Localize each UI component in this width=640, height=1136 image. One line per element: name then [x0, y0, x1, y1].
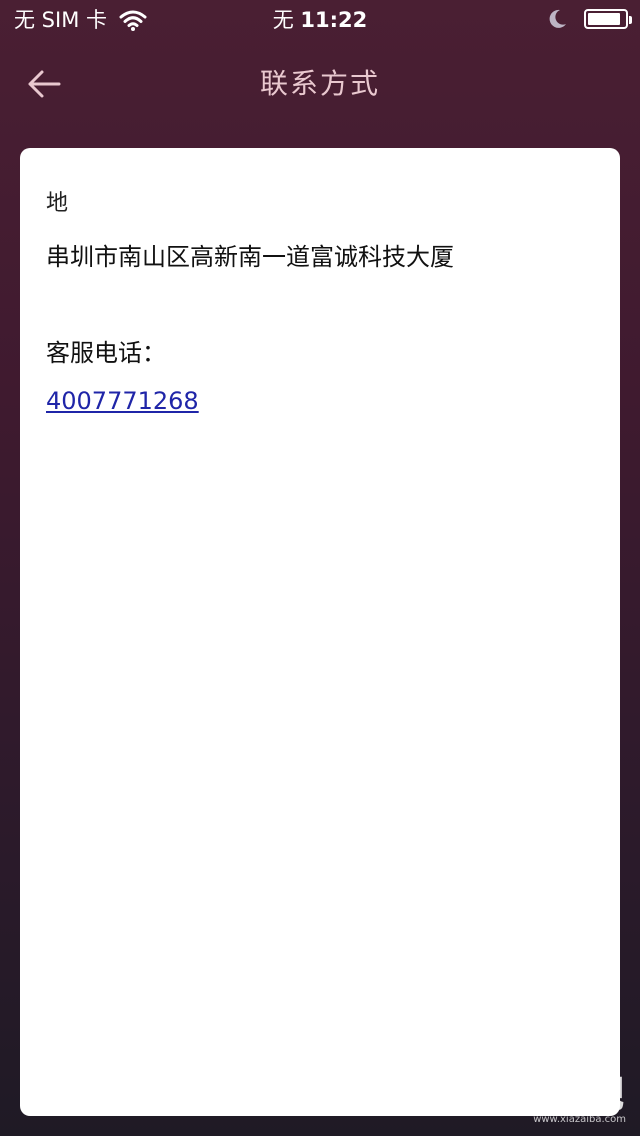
status-bar: 无 SIM 卡 无 11:22: [0, 0, 640, 40]
nav-bar: 联系方式: [0, 40, 640, 128]
phone-label: 客服电话：: [46, 339, 166, 367]
watermark-logo: 下载吧: [505, 1072, 626, 1116]
network-label: 无: [272, 8, 294, 32]
moon-icon: [549, 9, 566, 28]
address-label: 地: [46, 191, 69, 216]
clock: 11:22: [300, 8, 368, 32]
contact-card: 地 串圳市南山区高新南一道富诚科技大厦 客服电话： 4007771268: [20, 148, 620, 1116]
status-center: 无 11:22: [0, 6, 640, 34]
battery-level: [588, 13, 621, 25]
phone-link[interactable]: 4007771268: [46, 384, 199, 418]
watermark: 下载吧 www.xiazaiba.com: [486, 1074, 626, 1128]
battery-tip: [629, 16, 632, 24]
page-title: 联系方式: [259, 67, 380, 100]
address-text: 串圳市南山区高新南一道富诚科技大厦: [46, 243, 454, 271]
status-right: [546, 8, 632, 30]
battery-icon: [584, 9, 632, 29]
